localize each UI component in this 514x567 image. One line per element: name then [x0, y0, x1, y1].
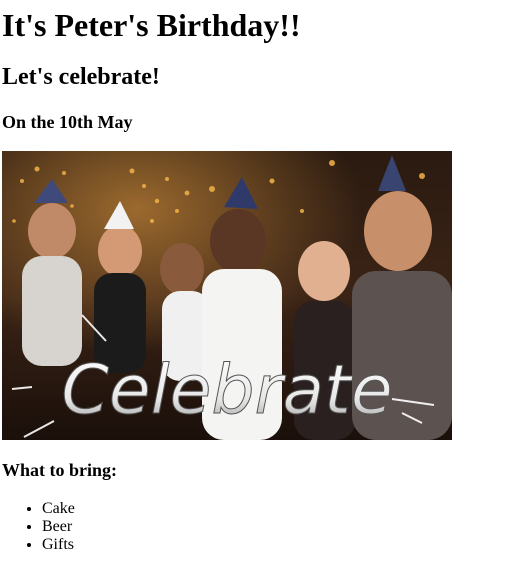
- list-item: Beer: [42, 518, 75, 536]
- celebration-photo: Celebrate: [2, 151, 452, 440]
- celebrate-overlay-text: Celebrate: [61, 351, 392, 430]
- page-subtitle: Let's celebrate!: [2, 64, 160, 90]
- list-item: Cake: [42, 500, 75, 518]
- page-title: It's Peter's Birthday!!: [2, 7, 301, 43]
- page: It's Peter's Birthday!! Let's celebrate!…: [0, 0, 514, 567]
- party-photo-icon: Celebrate: [2, 151, 452, 440]
- event-date: On the 10th May: [2, 112, 133, 132]
- bring-list: Cake Beer Gifts: [2, 500, 75, 554]
- list-item: Gifts: [42, 536, 75, 554]
- what-to-bring-heading: What to bring:: [2, 460, 118, 480]
